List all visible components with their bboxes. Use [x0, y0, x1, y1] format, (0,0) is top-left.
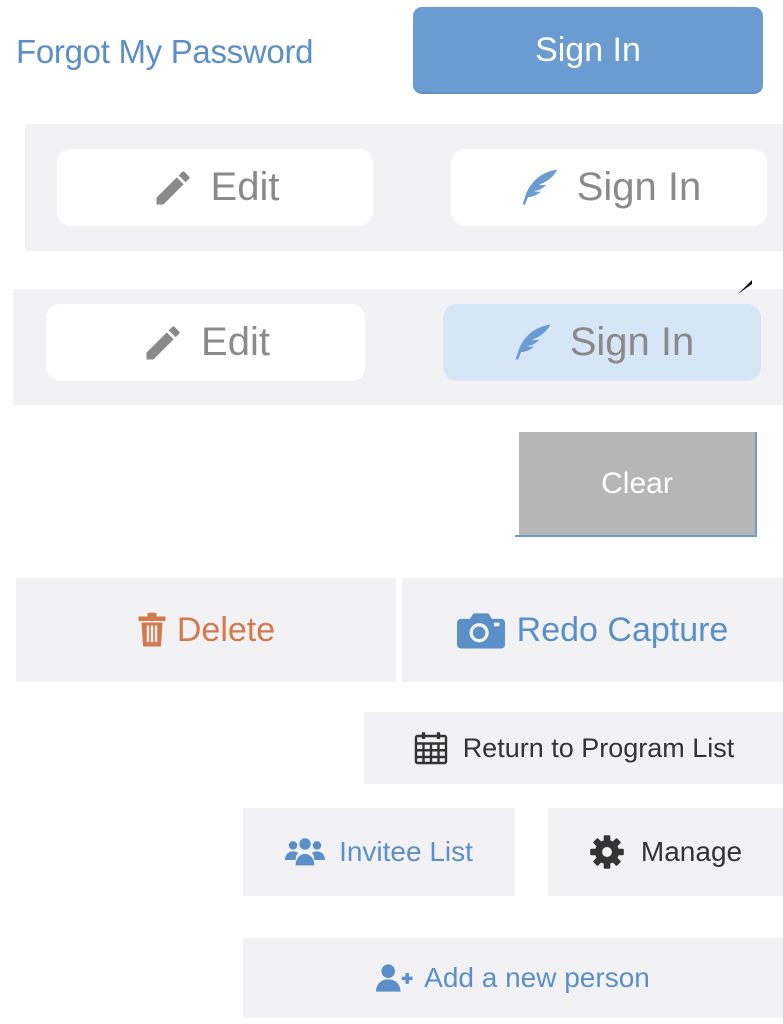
delete-button-label: Delete [176, 610, 276, 649]
sign-in-button[interactable]: Sign In [413, 7, 763, 94]
gear-icon [589, 834, 625, 870]
clear-button-underline [515, 535, 523, 537]
clear-button[interactable]: Clear [519, 432, 757, 537]
delete-button[interactable]: Delete [16, 578, 396, 682]
add-new-person-button-label: Add a new person [424, 962, 650, 993]
pencil-icon [141, 321, 185, 365]
return-button-label: Return to Program List [462, 732, 735, 763]
redo-capture-button-label: Redo Capture [516, 610, 729, 649]
edit-button-label: Edit [201, 320, 270, 364]
sign-in-button-label: Sign In [535, 31, 641, 69]
manage-button-label: Manage [640, 836, 743, 867]
calendar-icon [413, 730, 449, 766]
manage-button[interactable]: Manage [548, 808, 783, 896]
edit-button[interactable]: Edit [46, 304, 365, 381]
redo-capture-button[interactable]: Redo Capture [402, 578, 783, 682]
sign-in-mode-button[interactable]: Sign In [451, 149, 767, 226]
edit-button-label: Edit [210, 165, 280, 209]
camera-icon [456, 611, 505, 649]
invitee-list-button[interactable]: Invitee List [243, 808, 515, 896]
users-icon [285, 836, 326, 868]
invitee-list-button-label: Invitee List [339, 836, 473, 867]
feather-icon [510, 321, 554, 365]
sign-in-mode-button-label: Sign In [576, 165, 702, 209]
sign-in-mode-button-label: Sign In [569, 320, 695, 364]
forgot-password-link[interactable]: Forgot My Password [16, 30, 314, 74]
cursor-icon [738, 280, 752, 294]
sign-in-mode-button-active[interactable]: Sign In [443, 304, 761, 381]
pencil-icon [151, 166, 195, 210]
trash-icon [137, 612, 167, 648]
clear-button-label: Clear [601, 466, 673, 500]
feather-icon [517, 166, 561, 210]
add-new-person-button[interactable]: Add a new person [243, 938, 783, 1018]
edit-button[interactable]: Edit [57, 149, 373, 226]
user-plus-icon [376, 963, 414, 993]
return-to-program-list-button[interactable]: Return to Program List [364, 712, 783, 784]
